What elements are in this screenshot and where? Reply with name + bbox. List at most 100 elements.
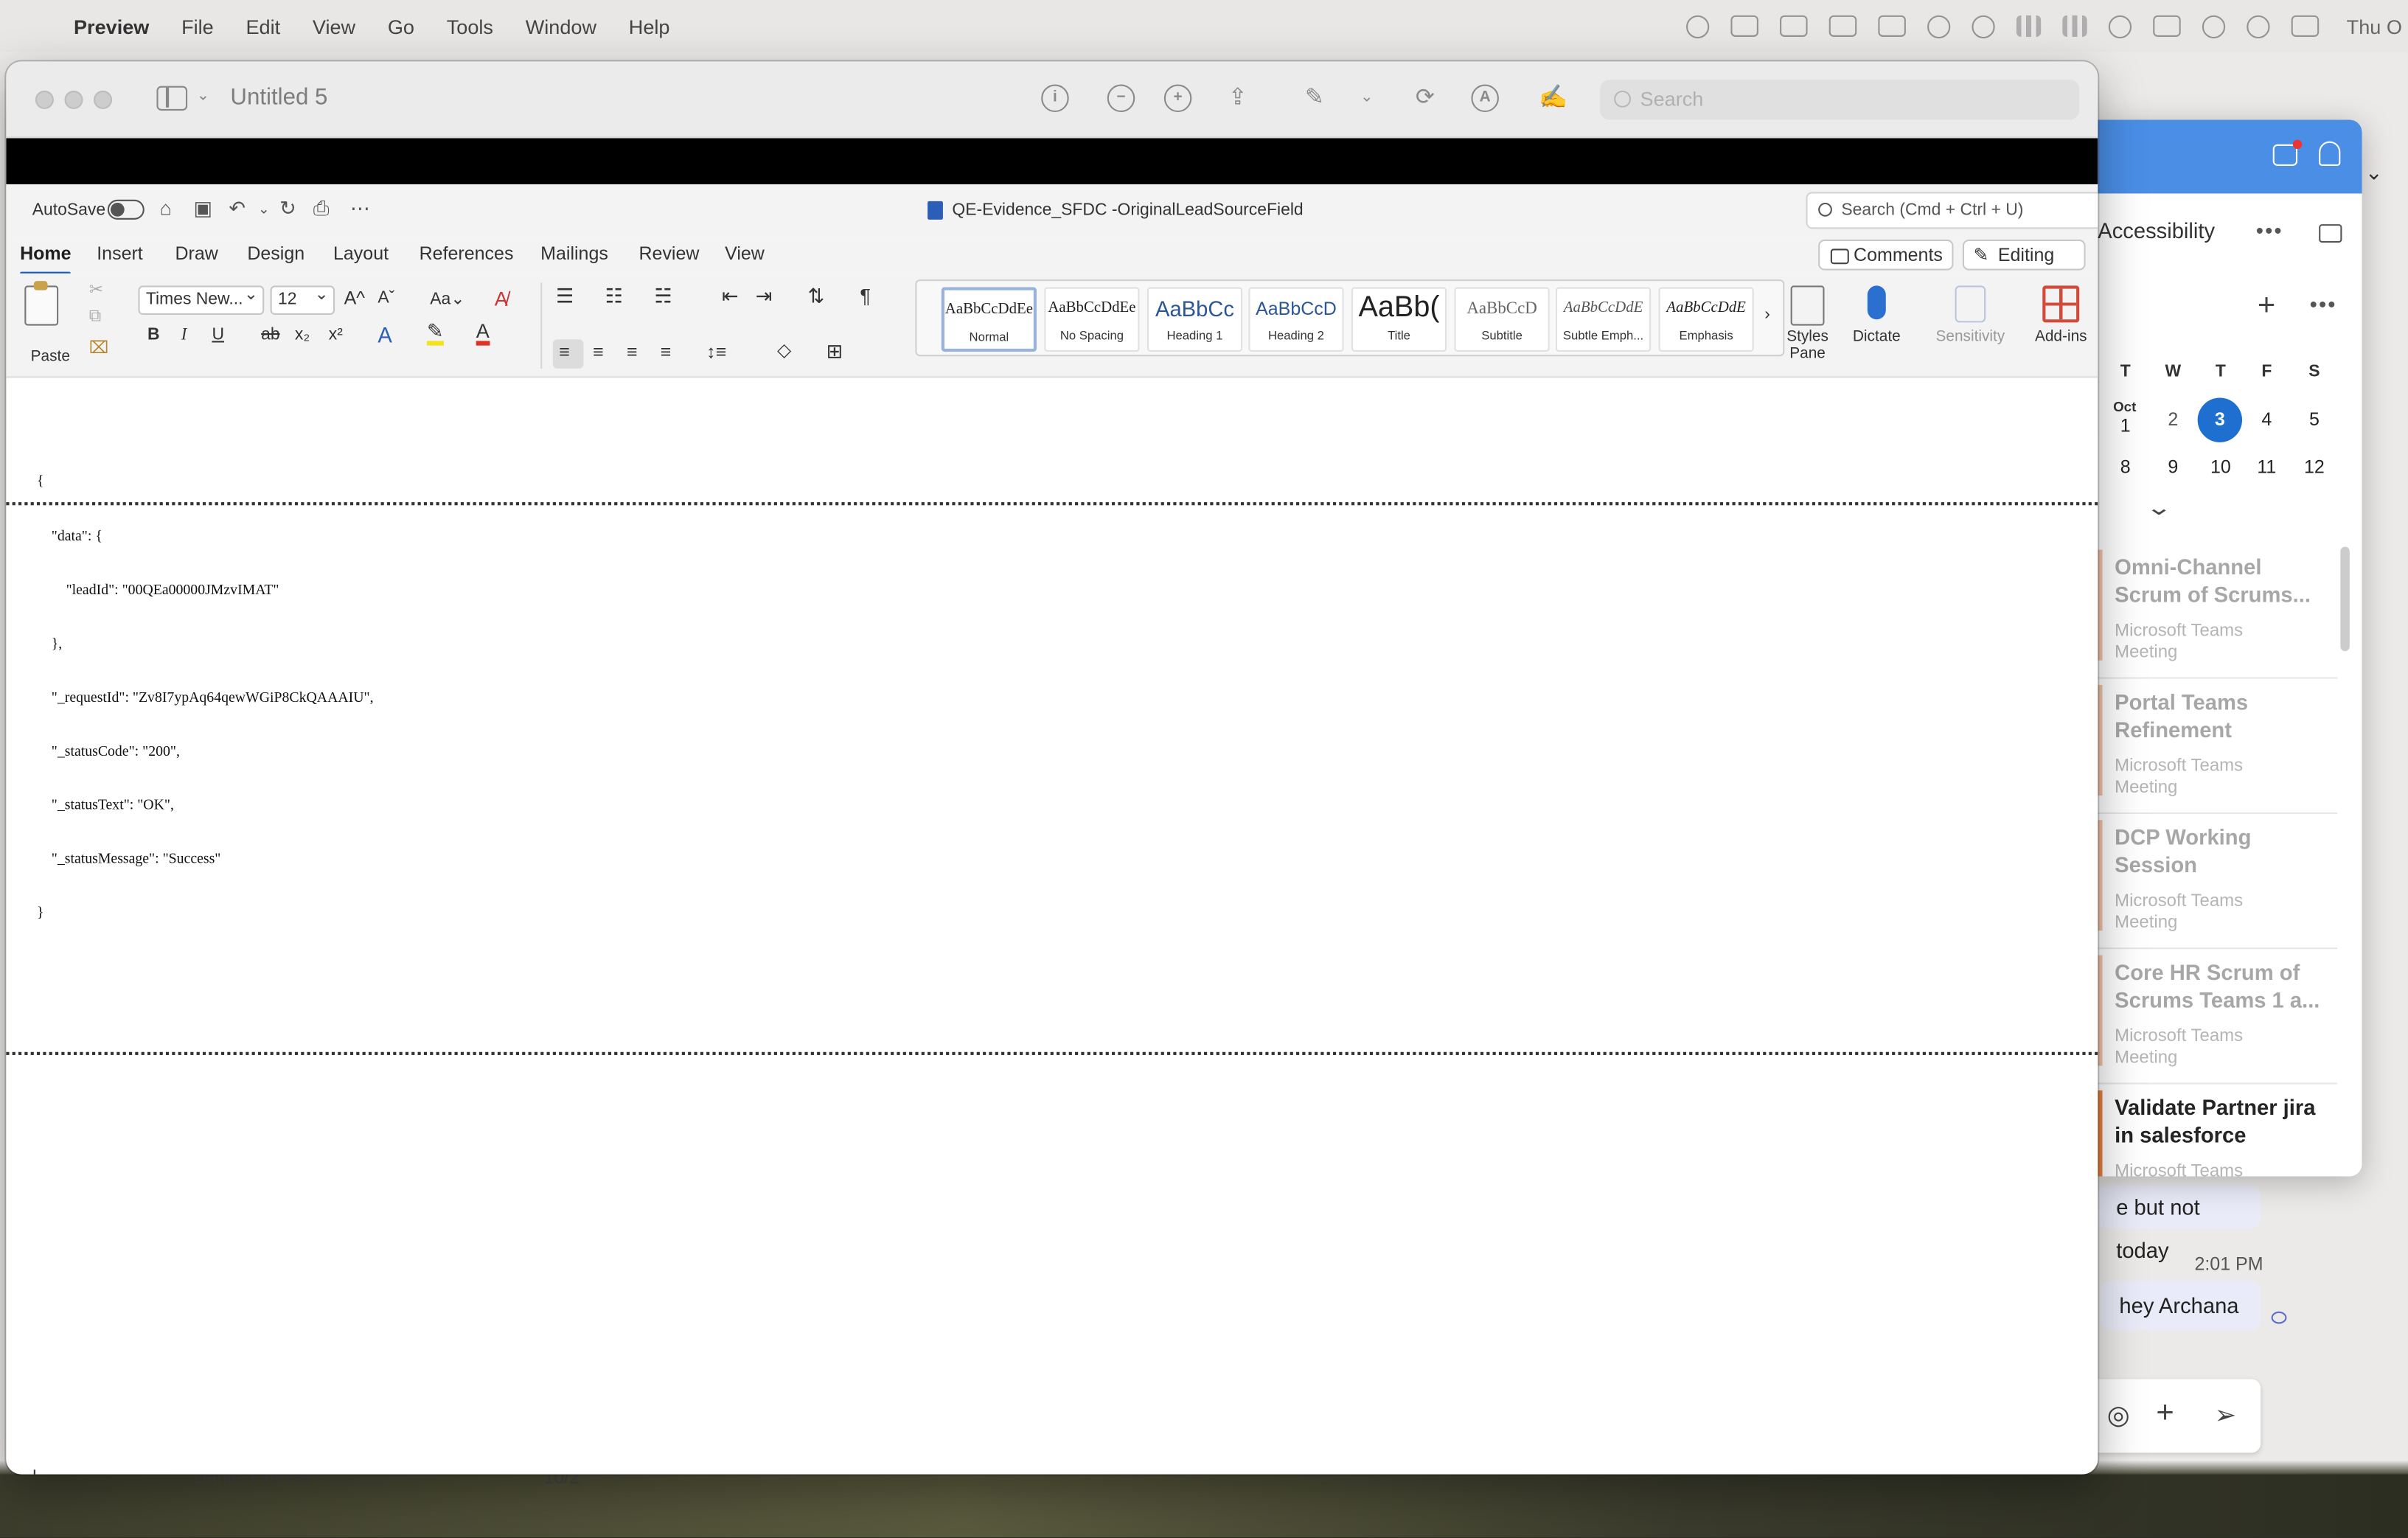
chevron-down-icon[interactable]: ⌄	[1353, 85, 1380, 112]
loop-icon[interactable]: ◎	[2107, 1401, 2130, 1432]
styles-pane-button[interactable]: Styles Pane	[1784, 285, 1830, 363]
meeting-item[interactable]: Omni-Channel Scrum of Scrums... Microsof…	[2098, 543, 2338, 679]
volume-icon[interactable]	[2062, 15, 2087, 37]
paste-icon[interactable]	[24, 281, 59, 326]
align-left-icon[interactable]: ≡	[559, 341, 570, 362]
cut-icon[interactable]: ✂	[89, 279, 103, 299]
calendar-day[interactable]: 2	[2151, 408, 2194, 430]
document-canvas[interactable]: { "data": { "leadId": "00QEa00000JMzvIMA…	[6, 431, 2098, 1475]
dock-icon[interactable]	[2319, 224, 2342, 243]
menu-tools[interactable]: Tools	[447, 15, 493, 38]
add-event-icon[interactable]: +	[2258, 289, 2275, 324]
tab-insert[interactable]: Insert	[97, 243, 143, 264]
menu-window[interactable]: Window	[526, 15, 596, 38]
calendar-day[interactable]: 8	[2104, 456, 2147, 478]
add-icon[interactable]: +	[2156, 1396, 2174, 1431]
meeting-item[interactable]: DCP Working Session Microsoft Teams Meet…	[2098, 814, 2338, 950]
subscript-icon[interactable]: x₂	[295, 326, 310, 344]
style-heading-2[interactable]: AaBbCcD Heading 2	[1248, 287, 1344, 352]
more-options-icon[interactable]: •••	[2310, 292, 2337, 316]
close-button[interactable]	[35, 90, 54, 109]
dictate-button[interactable]: Dictate	[1849, 285, 1904, 346]
decrease-indent-icon[interactable]: ⇤	[722, 284, 739, 308]
text-effects-icon[interactable]: A	[377, 322, 392, 347]
calendar-day[interactable]: 1	[2104, 414, 2147, 436]
chat-compose-box[interactable]: ◎ + ➢	[2098, 1379, 2261, 1453]
style-heading-1[interactable]: AaBbCc Heading 1	[1146, 287, 1243, 352]
menu-help[interactable]: Help	[629, 15, 670, 38]
home-icon[interactable]: ⌂	[160, 197, 172, 220]
style-title[interactable]: AaBb( Title	[1351, 287, 1447, 352]
vpn-icon[interactable]	[1828, 15, 1857, 37]
print-icon[interactable]: ⎙	[313, 197, 330, 221]
borders-icon[interactable]: ⊞	[827, 339, 843, 363]
remote-icon[interactable]	[1878, 15, 1906, 37]
line-spacing-icon[interactable]: ↕≡	[706, 341, 726, 362]
increase-indent-icon[interactable]: ⇥	[756, 284, 773, 308]
justify-icon[interactable]: ≡	[661, 341, 672, 362]
chevron-down-icon[interactable]: ⌄	[197, 88, 209, 105]
wifi-icon[interactable]	[2202, 14, 2226, 38]
superscript-icon[interactable]: x²	[329, 326, 343, 344]
zoom-out-icon[interactable]: −	[1107, 84, 1135, 113]
apple-icon[interactable]	[27, 15, 49, 38]
chevron-down-icon[interactable]: ⌄	[2365, 160, 2383, 186]
info-icon[interactable]: i	[1041, 84, 1069, 113]
meeting-item[interactable]: Core HR Scrum of Scrums Teams 1 a... Mic…	[2098, 949, 2338, 1085]
sort-icon[interactable]: ⇅	[808, 284, 825, 308]
search-input[interactable]: Search	[1600, 80, 2080, 120]
sidebar-toggle-icon[interactable]	[156, 86, 188, 111]
shading-icon[interactable]: ◇	[777, 339, 791, 361]
italic-icon[interactable]: I	[181, 326, 187, 344]
rotate-icon[interactable]: ⟳	[1411, 85, 1438, 112]
tab-view[interactable]: View	[725, 243, 765, 264]
document-body[interactable]: { "data": { "leadId": "00QEa00000JMzvIMA…	[37, 439, 374, 961]
strikethrough-icon[interactable]: ab	[261, 326, 280, 344]
underline-icon[interactable]: U	[212, 326, 224, 344]
markup-pen-icon[interactable]: ✎	[1301, 85, 1328, 112]
minimize-button[interactable]	[64, 90, 83, 109]
bluetooth-icon[interactable]	[2016, 15, 2042, 37]
spotlight-search-icon[interactable]	[2247, 14, 2270, 38]
multilevel-list-icon[interactable]: ☵	[654, 284, 672, 308]
meeting-item[interactable]: Validate Partner jira in salesforce Micr…	[2098, 1085, 2337, 1177]
redo-icon[interactable]: ↻	[279, 197, 296, 221]
clear-formatting-icon[interactable]: A̸	[495, 288, 508, 310]
scrollbar[interactable]	[2340, 546, 2350, 652]
word-search-input[interactable]: Search (Cmd + Ctrl + U)	[1806, 192, 2098, 229]
change-case-icon[interactable]: Aa⌄	[430, 289, 464, 309]
grow-font-icon[interactable]: A^	[344, 288, 365, 309]
calendar-day[interactable]: 12	[2293, 456, 2336, 478]
share-icon[interactable]: ⇪	[1224, 85, 1251, 112]
font-size-select[interactable]: 12	[270, 282, 335, 315]
editing-mode-button[interactable]: Editing	[1962, 239, 2086, 271]
numbering-icon[interactable]: ☷	[605, 284, 623, 308]
calendar-day[interactable]: 10	[2199, 456, 2242, 478]
menu-go[interactable]: Go	[388, 15, 414, 38]
show-formatting-icon[interactable]: ¶	[860, 284, 871, 307]
addins-button[interactable]: Add-ins	[2031, 285, 2092, 346]
send-icon[interactable]: ➢	[2215, 1401, 2237, 1432]
save-icon[interactable]: ▣	[193, 197, 212, 221]
comments-button[interactable]: Comments	[1818, 239, 1954, 271]
markup-icon[interactable]: A	[1471, 84, 1499, 113]
gear-icon[interactable]	[1927, 14, 1951, 38]
document-title[interactable]: QE-Evidence_SFDC -OriginalLeadSourceFiel…	[952, 201, 1303, 220]
calendar-day[interactable]: 4	[2245, 408, 2288, 430]
shrink-font-icon[interactable]: Aˇ	[377, 289, 394, 307]
tab-review[interactable]: Review	[638, 243, 699, 264]
control-center-icon[interactable]	[2291, 15, 2320, 37]
menu-file[interactable]: File	[181, 15, 214, 38]
more-options-icon[interactable]: •••	[2256, 218, 2283, 243]
tab-draw[interactable]: Draw	[175, 243, 218, 264]
undo-icon[interactable]: ↶	[229, 197, 246, 221]
chevron-right-icon[interactable]: ›	[1764, 305, 1770, 324]
style-subtle-emphasis[interactable]: AaBbCcDdE Subtle Emph...	[1555, 287, 1652, 352]
bell-icon[interactable]	[2319, 141, 2341, 166]
menubar-clock[interactable]: Thu O	[2347, 15, 2408, 38]
calendar-day-today[interactable]: 3	[2197, 397, 2243, 442]
autosave-toggle[interactable]	[107, 199, 145, 220]
font-color-icon[interactable]: A	[476, 321, 490, 346]
calendar-day[interactable]: 5	[2293, 408, 2336, 430]
sensitivity-button[interactable]: Sensitivity	[1932, 285, 2008, 346]
